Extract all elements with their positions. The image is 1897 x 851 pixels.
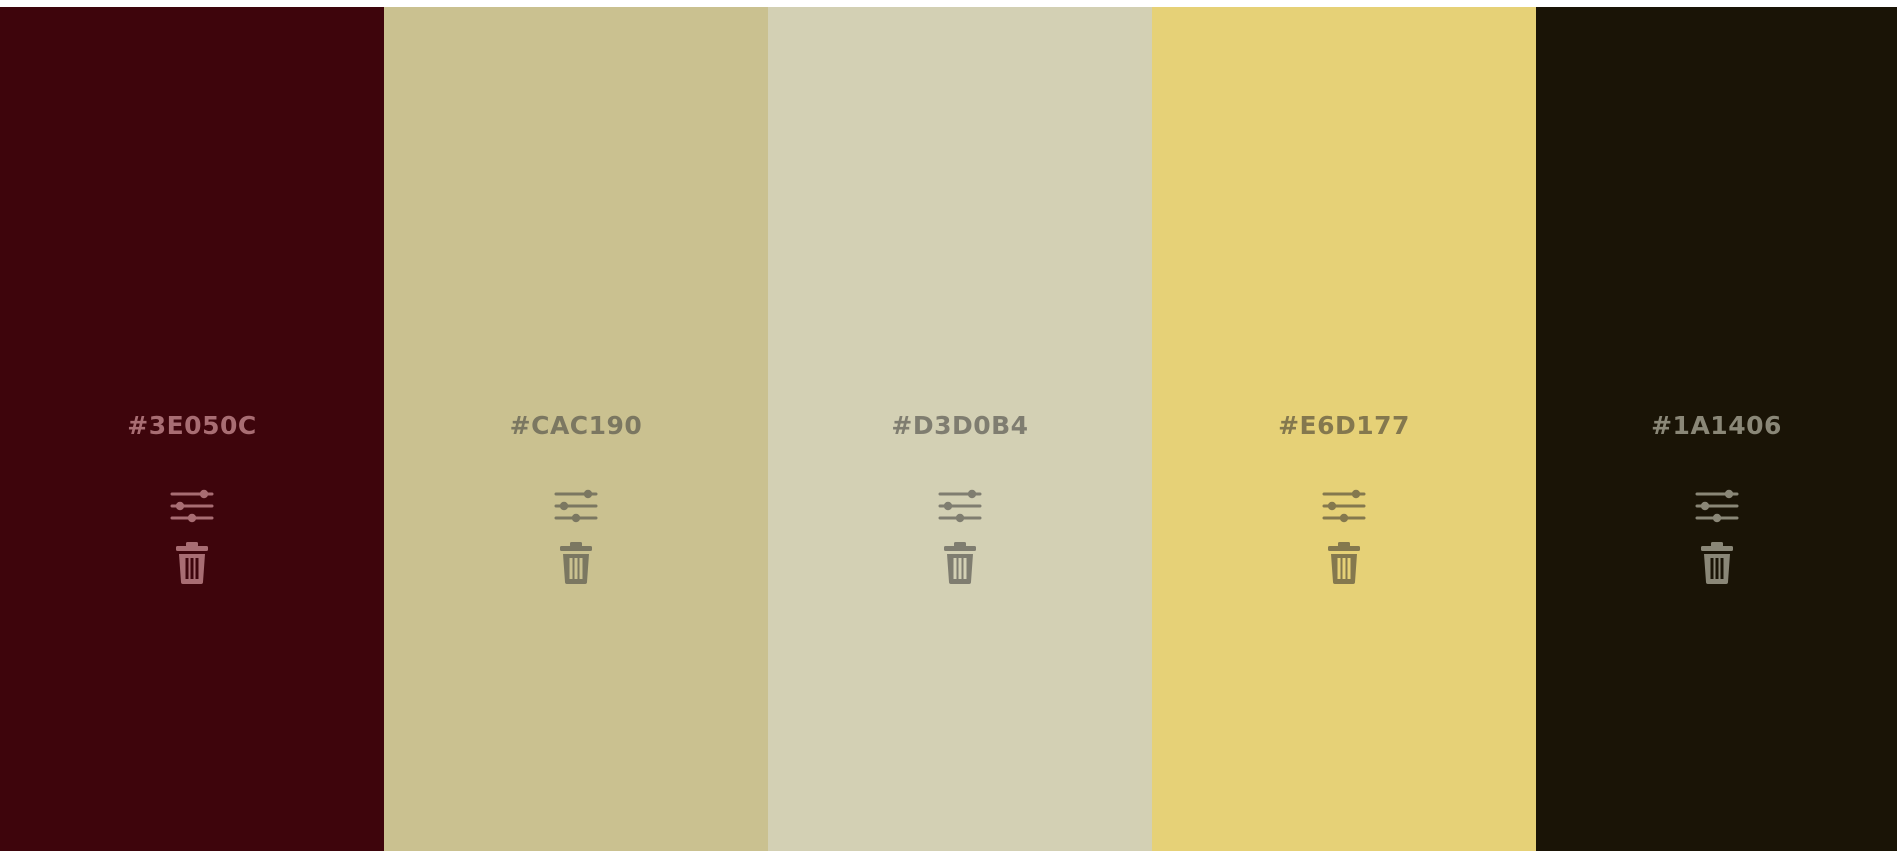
swatch-1[interactable]: #3E050C	[0, 7, 384, 851]
adjust-color-button[interactable]	[1322, 488, 1366, 524]
adjust-color-button[interactable]	[938, 488, 982, 524]
hex-code-label[interactable]: #E6D177	[1152, 411, 1536, 441]
trash-icon	[944, 542, 976, 584]
delete-color-button[interactable]	[1699, 541, 1735, 585]
adjust-color-button[interactable]	[170, 488, 214, 524]
hex-code-label[interactable]: #CAC190	[384, 411, 768, 441]
sliders-icon	[1695, 489, 1738, 523]
swatch-2[interactable]: #CAC190	[384, 7, 768, 851]
hex-code-label[interactable]: #D3D0B4	[768, 411, 1152, 441]
trash-icon	[176, 542, 208, 584]
hex-code-label[interactable]: #3E050C	[0, 411, 384, 441]
delete-color-button[interactable]	[558, 541, 594, 585]
swatch-4[interactable]: #E6D177	[1152, 7, 1536, 851]
swatch-5[interactable]: #1A1406	[1536, 7, 1897, 851]
delete-color-button[interactable]	[1326, 541, 1362, 585]
trash-icon	[1328, 542, 1360, 584]
swatch-3[interactable]: #D3D0B4	[768, 7, 1152, 851]
sliders-icon	[554, 489, 598, 523]
sliders-icon	[170, 489, 214, 523]
sliders-icon	[1322, 489, 1366, 523]
hex-code-label[interactable]: #1A1406	[1536, 411, 1897, 441]
delete-color-button[interactable]	[174, 541, 210, 585]
trash-icon	[560, 542, 592, 584]
delete-color-button[interactable]	[942, 541, 978, 585]
sliders-icon	[938, 489, 982, 523]
adjust-color-button[interactable]	[554, 488, 598, 524]
trash-icon	[1700, 542, 1733, 584]
adjust-color-button[interactable]	[1695, 488, 1739, 524]
color-palette: #3E050C #CAC190 #D3D0B4 #E6D177 #1A1406	[0, 7, 1897, 851]
